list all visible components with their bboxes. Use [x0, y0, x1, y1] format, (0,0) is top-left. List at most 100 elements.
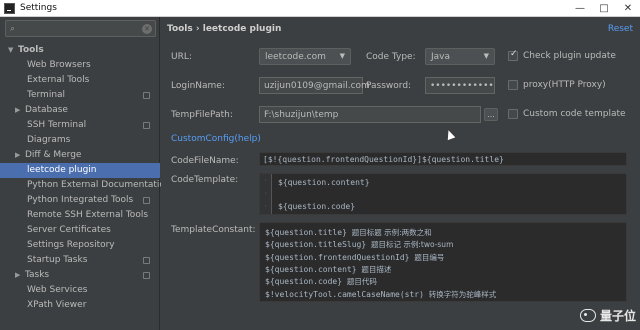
constant-description: 题目代码	[346, 277, 377, 287]
template-line: ${question.content}	[278, 178, 370, 187]
url-label: URL:	[171, 52, 192, 62]
sidebar-item[interactable]: ▶ Diff & Merge	[0, 148, 160, 163]
password-label: Password:	[366, 81, 412, 91]
sidebar-item-label: Diff & Merge	[25, 150, 82, 160]
check-update-label: Check plugin update	[523, 51, 616, 61]
check-update-checkbox[interactable]: Check plugin update	[508, 49, 616, 61]
sidebar-item[interactable]: Startup Tasks	[0, 253, 160, 268]
minimize-button[interactable]: —	[568, 0, 592, 17]
settings-tree: ▼ Tools Web Browsers External Tools Termina…	[0, 43, 171, 313]
sidebar-item-label: Settings Repository	[27, 240, 115, 250]
login-input[interactable]: uzijun0109@gmail.com	[259, 77, 370, 94]
sidebar-item[interactable]: ▶ Database	[0, 103, 160, 118]
project-scope-icon	[143, 272, 150, 279]
constant-row: $!velocityTool.camelCaseName(str) 转换字符为驼…	[265, 289, 496, 300]
sidebar-item-label: Web Browsers	[27, 60, 91, 70]
sidebar-item[interactable]: Python Integrated Tools	[0, 193, 160, 208]
chevron-down-icon: ▼	[483, 52, 489, 60]
project-scope-icon	[143, 122, 150, 129]
proxy-checkbox[interactable]: proxy(HTTP Proxy)	[508, 80, 606, 90]
close-button[interactable]: ✕	[616, 0, 640, 17]
tree-section-label: Tools	[18, 45, 44, 55]
sidebar-item[interactable]: Diagrams	[0, 133, 160, 148]
settings-sidebar: ⌕ ✕ ▼ Tools Web Browsers External Tools Ter…	[0, 17, 171, 330]
search-icon: ⌕	[10, 23, 16, 34]
code-type-select[interactable]: Java ▼	[425, 48, 495, 65]
constant-code: ${question.frontendQuestionId}	[265, 252, 410, 262]
collapsed-arrow-icon[interactable]: ▶	[15, 103, 25, 118]
temp-path-input[interactable]: F:\shuzijun\temp	[259, 106, 481, 123]
code-file-name-editor[interactable]: [$!{question.frontendQuestionId}]${quest…	[259, 152, 627, 166]
sidebar-item[interactable]: XPath Viewer	[0, 298, 160, 313]
code-template-editor[interactable]: · · · ${question.content} ${question.cod…	[259, 173, 627, 215]
sidebar-item-label: Terminal	[27, 90, 66, 100]
sidebar-item[interactable]: Python External Documentation	[0, 178, 171, 193]
template-constant-list: ${question.title} 题目标题 示例:两数之和 ${question…	[259, 222, 627, 302]
constant-row: ${question.titleSlug} 题目标记 示例:two-sum	[265, 239, 453, 250]
sidebar-item[interactable]: Web Services	[0, 283, 160, 298]
sidebar-item[interactable]: Web Browsers	[0, 58, 160, 73]
constant-description: 题目标题 示例:两数之和	[351, 228, 432, 237]
custom-config-help-link[interactable]: CustomConfig(help)	[171, 134, 261, 144]
collapsed-arrow-icon[interactable]: ▶	[15, 268, 25, 283]
gutter-mark: ·	[264, 190, 268, 197]
sidebar-item[interactable]: SSH Terminal	[0, 118, 160, 133]
maximize-button[interactable]: □	[592, 0, 616, 17]
reset-link[interactable]: Reset	[608, 24, 633, 34]
sidebar-item-label: Python Integrated Tools	[27, 195, 134, 205]
constant-code: ${question.content}	[265, 264, 357, 274]
browse-button[interactable]: ...	[484, 108, 498, 121]
checkbox-checked-icon[interactable]	[508, 49, 518, 61]
code-type-label: Code Type:	[366, 52, 416, 62]
constant-code: $!velocityTool.camelCaseName(str)	[265, 289, 424, 299]
project-scope-icon	[143, 92, 150, 99]
url-select[interactable]: leetcode.com ▼	[259, 48, 351, 65]
constant-code: ${question.title}	[265, 228, 347, 237]
editor-gutter: · · ·	[260, 174, 272, 214]
sidebar-item-label: SSH Terminal	[27, 120, 87, 130]
url-value: leetcode.com	[265, 51, 326, 62]
constant-row: ${question.content} 题目描述	[265, 264, 391, 275]
login-value: uzijun0109@gmail.com	[264, 80, 370, 91]
mouse-cursor-icon	[444, 128, 456, 141]
tree-section-tools[interactable]: ▼ Tools	[0, 43, 160, 58]
sidebar-item-label: Diagrams	[27, 135, 71, 145]
constant-description: 题目标记 示例:two-sum	[370, 240, 454, 250]
template-line: ${question.code}	[278, 202, 356, 211]
password-input[interactable]: ••••••••••••	[425, 77, 495, 94]
sidebar-item-label: Database	[25, 105, 68, 115]
sidebar-item[interactable]: Server Certificates	[0, 223, 160, 238]
clear-search-icon[interactable]: ✕	[142, 24, 152, 34]
constant-description: 转换字符为驼峰样式	[428, 289, 497, 299]
expanded-arrow-icon: ▼	[8, 46, 14, 54]
sidebar-item[interactable]: ▶ Tasks	[0, 268, 160, 283]
window-controls: — □ ✕	[568, 0, 640, 17]
constant-row: ${question.code} 题目代码	[265, 276, 377, 287]
constant-description: 题目描述	[361, 264, 392, 274]
checkbox-unchecked-icon[interactable]	[508, 109, 518, 119]
project-scope-icon	[143, 257, 150, 264]
app-icon	[4, 2, 15, 14]
settings-search[interactable]: ⌕ ✕	[5, 20, 156, 37]
sidebar-item[interactable]: Terminal	[0, 88, 160, 103]
sidebar-item-label: Tasks	[25, 270, 50, 280]
temp-path-value: F:\shuzijun\temp	[264, 109, 339, 120]
login-label: LoginName:	[171, 81, 225, 91]
sidebar-item[interactable]: External Tools	[0, 73, 160, 88]
sidebar-item[interactable]: Settings Repository	[0, 238, 160, 253]
constant-row: ${question.frontendQuestionId} 题目编号	[265, 252, 444, 263]
custom-template-checkbox[interactable]: Custom code template	[508, 109, 626, 119]
search-input[interactable]	[18, 23, 139, 34]
sidebar-item[interactable]: leetcode plugin	[0, 163, 160, 178]
code-template-label: CodeTemplate:	[171, 175, 239, 185]
sidebar-item[interactable]: Remote SSH External Tools	[0, 208, 160, 223]
settings-content: Tools › leetcode plugin Reset URL: leetc…	[161, 17, 640, 330]
temp-path-label: TempFilePath:	[171, 110, 233, 120]
code-file-name-label: CodeFileName:	[171, 156, 239, 166]
breadcrumb: Tools › leetcode plugin	[167, 24, 282, 34]
sidebar-item-label: Python External Documentation	[27, 180, 171, 190]
constant-description: 题目编号	[414, 252, 445, 262]
collapsed-arrow-icon[interactable]: ▶	[15, 148, 25, 163]
project-scope-icon	[143, 197, 150, 204]
checkbox-unchecked-icon[interactable]	[508, 80, 518, 90]
